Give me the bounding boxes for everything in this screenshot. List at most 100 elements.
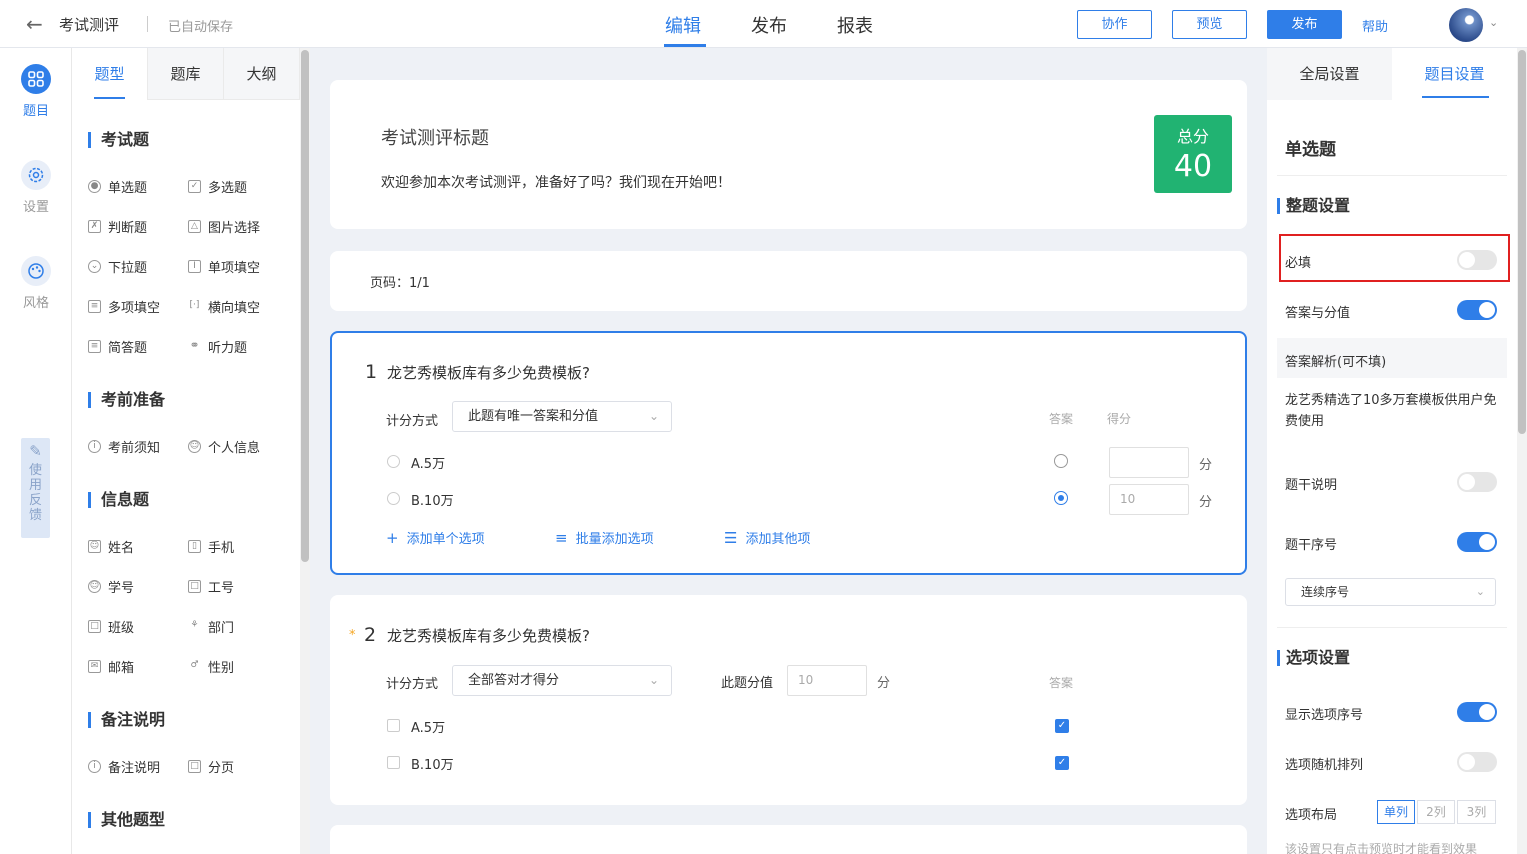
question-type-multi[interactable]: ✓ 多选题 — [188, 177, 247, 196]
random-order-label: 选项随机排列 — [1285, 758, 1364, 773]
publish-button[interactable]: 发布 — [1267, 10, 1342, 39]
numbering-select[interactable]: 连续序号 ⌄ — [1285, 578, 1496, 606]
option-text[interactable]: A.5万 — [411, 717, 445, 736]
question-type-student-id[interactable]: ☺ 学号 — [88, 577, 134, 596]
settings-scrollbar[interactable] — [1518, 50, 1526, 434]
question-type-exam-notice[interactable]: i 考前须知 — [88, 437, 160, 456]
answer-checkbox-checked[interactable]: ✓ — [1055, 719, 1069, 733]
question-type-multi-fill[interactable]: ≡ 多项填空 — [88, 297, 160, 316]
rail-item-style[interactable]: 风格 — [0, 256, 72, 311]
add-other-option-button[interactable]: ☰ 添加其他项 — [724, 528, 810, 548]
answer-column-header: 答案 — [1049, 412, 1074, 426]
question-type-employee-id[interactable]: □ 工号 — [188, 577, 234, 596]
stem-note-toggle[interactable] — [1457, 472, 1497, 492]
tab-outline[interactable]: 大纲 — [224, 48, 300, 100]
batch-add-options-button[interactable]: ≡ 批量添加选项 — [555, 528, 654, 548]
tab-edit[interactable]: 编辑 — [665, 12, 701, 38]
option-radio-icon — [387, 492, 400, 505]
tab-report[interactable]: 报表 — [837, 12, 873, 38]
layout-three-columns[interactable]: 3列 — [1457, 800, 1496, 824]
item-label: 性别 — [208, 661, 235, 676]
option-score-input[interactable] — [1109, 447, 1189, 478]
feedback-button[interactable]: ✎ 使用反馈 — [21, 438, 50, 538]
question-type-phone[interactable]: ▯ 手机 — [188, 537, 234, 556]
question-text[interactable]: 龙艺秀模板库有多少免费模板? — [387, 625, 590, 646]
tab-question-types[interactable]: 题型 — [72, 48, 148, 100]
option-text[interactable]: B.10万 — [411, 754, 454, 773]
item-label: 邮箱 — [108, 661, 135, 676]
chevron-down-icon[interactable]: ⌄ — [1489, 16, 1498, 29]
total-score-badge: 总分 40 — [1154, 115, 1232, 193]
question-type-email[interactable]: ✉ 邮箱 — [88, 657, 134, 676]
question-type-department[interactable]: ⚘ 部门 — [188, 617, 234, 636]
back-arrow-icon[interactable]: ← — [26, 14, 48, 34]
option-text[interactable]: A.5万 — [411, 453, 445, 472]
question-card-3[interactable] — [330, 825, 1247, 854]
question-type-horizontal-fill[interactable]: [·] 横向填空 — [188, 297, 260, 316]
section-heading: 其他题型 — [88, 812, 165, 828]
chevron-down-icon: ⌄ — [648, 409, 659, 423]
avatar[interactable] — [1449, 8, 1483, 42]
survey-welcome-text[interactable]: 欢迎参加本次考试测评，准备好了吗？我们现在开始吧！ — [381, 172, 731, 192]
tab-question-settings[interactable]: 题目设置 — [1392, 48, 1517, 100]
show-option-number-label: 显示选项序号 — [1285, 708, 1364, 723]
answer-radio-selected[interactable] — [1054, 491, 1068, 505]
page-title: 考试测评 — [59, 16, 120, 34]
scoring-method-select[interactable]: 此题有唯一答案和分值 ⌄ — [452, 401, 672, 432]
option-score-input[interactable]: 10 — [1109, 484, 1189, 515]
question-type-page-break[interactable]: □ 分页 — [188, 757, 234, 776]
option-text[interactable]: B.10万 — [411, 490, 454, 509]
question-type-short-answer[interactable]: ≡ 简答题 — [88, 337, 147, 356]
answer-checkbox-checked[interactable]: ✓ — [1055, 756, 1069, 770]
question-text[interactable]: 龙艺秀模板库有多少免费模板? — [387, 362, 590, 383]
answer-score-toggle[interactable] — [1457, 300, 1497, 320]
question-type-remark[interactable]: i 备注说明 — [88, 757, 160, 776]
tab-global-settings[interactable]: 全局设置 — [1267, 48, 1392, 100]
answer-radio[interactable] — [1054, 454, 1068, 468]
question-card-2[interactable]: * 2 龙艺秀模板库有多少免费模板? 计分方式 全部答对才得分 ⌄ 此题分值 10… — [330, 595, 1247, 805]
help-link[interactable]: 帮助 — [1362, 16, 1388, 35]
question-type-panel: 题型 题库 大纲 考试题 ● 单选题 ✓ 多选题 ✗ 判断题 △ 图片选择 ⌄ 下拉题 I… — [72, 48, 310, 854]
divider — [1277, 627, 1507, 628]
collaborate-button[interactable]: 协作 — [1077, 10, 1152, 39]
required-star: * — [349, 628, 356, 643]
question-type-single[interactable]: ● 单选题 — [88, 177, 147, 196]
survey-header-card[interactable]: 考试测评标题 欢迎参加本次考试测评，准备好了吗？我们现在开始吧！ 总分 40 — [330, 80, 1247, 229]
show-option-number-toggle[interactable] — [1457, 702, 1497, 722]
bracket-icon: [·] — [189, 300, 200, 310]
question-number: 2 — [364, 624, 377, 646]
scoring-method-select[interactable]: 全部答对才得分 ⌄ — [452, 665, 672, 696]
item-label: 横向填空 — [208, 301, 261, 316]
panel-scrollbar[interactable] — [301, 50, 309, 562]
analysis-textarea[interactable]: 龙艺秀精选了10多万套模板供用户免费使用 — [1277, 378, 1507, 442]
layout-two-columns[interactable]: 2列 — [1417, 800, 1455, 824]
random-order-toggle[interactable] — [1457, 752, 1497, 772]
question-type-class[interactable]: □ 班级 — [88, 617, 134, 636]
question-type-gender[interactable]: ♂ 性别 — [188, 657, 234, 676]
survey-title[interactable]: 考试测评标题 — [381, 124, 489, 150]
tab-publish[interactable]: 发布 — [751, 12, 787, 38]
rail-item-settings[interactable]: 设置 — [0, 160, 72, 215]
rail-item-questions[interactable]: 题目 — [0, 64, 72, 119]
question-type-personal-info[interactable]: ☺ 个人信息 — [188, 437, 260, 456]
required-toggle[interactable] — [1457, 250, 1497, 270]
question-type-dropdown[interactable]: ⌄ 下拉题 — [88, 257, 147, 276]
action-label: 批量添加选项 — [575, 532, 654, 547]
scoring-label: 计分方式 — [386, 414, 439, 429]
stem-number-toggle[interactable] — [1457, 532, 1497, 552]
page-indicator-card: 页码：1/1 — [330, 251, 1247, 311]
add-single-option-button[interactable]: + 添加单个选项 — [386, 528, 485, 548]
points-input[interactable]: 10 — [787, 665, 867, 696]
question-type-listening[interactable]: ⚭ 听力题 — [188, 337, 247, 356]
question-card-1[interactable]: 1 龙艺秀模板库有多少免费模板? 计分方式 此题有唯一答案和分值 ⌄ 答案 得分 … — [330, 331, 1247, 575]
preview-button[interactable]: 预览 — [1172, 10, 1247, 39]
question-type-single-fill[interactable]: I 单项填空 — [188, 257, 260, 276]
question-type-name[interactable]: ☺ 姓名 — [88, 537, 134, 556]
tab-question-bank[interactable]: 题库 — [148, 48, 224, 100]
scoring-label: 计分方式 — [386, 677, 439, 692]
option-checkbox-icon — [387, 719, 400, 732]
question-type-judge[interactable]: ✗ 判断题 — [88, 217, 147, 236]
layout-single-column[interactable]: 单列 — [1377, 800, 1415, 824]
settings-tabs: 全局设置 题目设置 — [1267, 48, 1517, 100]
question-type-image-choice[interactable]: △ 图片选择 — [188, 217, 260, 236]
